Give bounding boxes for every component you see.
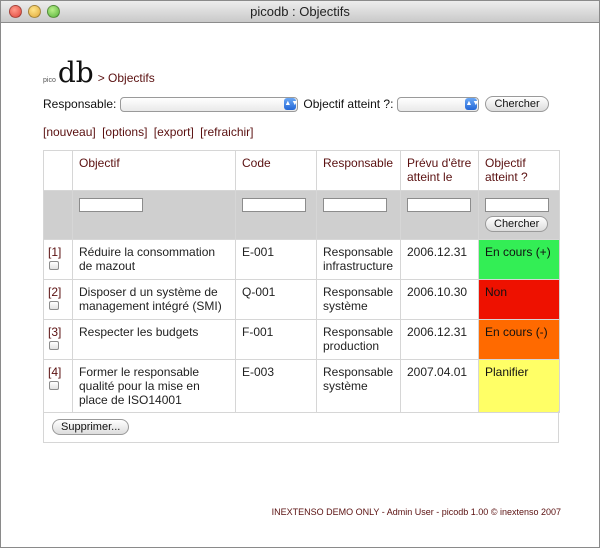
cell-objectif: Respecter les budgets xyxy=(72,319,236,360)
breadcrumb: > Objectifs xyxy=(97,71,155,85)
nouveau-link[interactable]: [nouveau] xyxy=(43,125,96,139)
row-select: [3] xyxy=(43,319,73,360)
table-row: [1] Réduire la consommation de mazout E-… xyxy=(43,239,560,280)
table-header-row: Objectif Code Responsable Prévu d'être a… xyxy=(43,150,560,191)
row-id-link[interactable]: [4] xyxy=(48,365,61,379)
cell-responsable: Responsable infrastructure xyxy=(316,239,401,280)
window-title: picodb : Objectifs xyxy=(250,4,350,19)
filter-objectif xyxy=(72,190,236,240)
row-checkbox[interactable] xyxy=(49,381,59,390)
cell-status: Planifier xyxy=(478,359,560,413)
filter-responsable xyxy=(316,190,401,240)
filter-responsable-input[interactable] xyxy=(323,198,387,212)
cell-responsable: Responsable système xyxy=(316,359,401,413)
row-id-link[interactable]: [3] xyxy=(48,325,61,339)
cell-code: F-001 xyxy=(235,319,317,360)
cell-responsable: Responsable système xyxy=(316,279,401,320)
filter-code xyxy=(235,190,317,240)
title-bar: picodb : Objectifs xyxy=(1,1,599,23)
table-row: [2] Disposer d un système de management … xyxy=(43,279,560,320)
cell-code: Q-001 xyxy=(235,279,317,320)
search-button[interactable]: Chercher xyxy=(485,96,549,112)
row-checkbox[interactable] xyxy=(49,301,59,310)
responsable-label: Responsable: xyxy=(43,97,117,111)
row-checkbox[interactable] xyxy=(49,341,59,350)
objectifs-table: Objectif Code Responsable Prévu d'être a… xyxy=(43,150,560,413)
cell-objectif: Former le responsable qualité pour la mi… xyxy=(72,359,236,413)
brand-header: pico db > Objectifs xyxy=(43,59,155,87)
footer: INEXTENSO DEMO ONLY - Admin User - picod… xyxy=(271,507,561,517)
row-id-link[interactable]: [1] xyxy=(48,245,61,259)
filter-code-input[interactable] xyxy=(242,198,306,212)
window-controls xyxy=(9,5,60,18)
refraichir-link[interactable]: [refraichir] xyxy=(200,125,253,139)
select-arrows-icon: ▲▼ xyxy=(465,98,479,110)
delete-button[interactable]: Supprimer... xyxy=(52,419,130,435)
header-date[interactable]: Prévu d'être atteint le xyxy=(400,150,479,191)
filter-bar: Responsable: ▲▼ Objectif atteint ?: ▲▼ C… xyxy=(43,96,549,112)
row-checkbox[interactable] xyxy=(49,261,59,270)
row-select: [1] xyxy=(43,239,73,280)
row-select: [4] xyxy=(43,359,73,413)
filter-date-input[interactable] xyxy=(407,198,471,212)
table-filter-row: Chercher xyxy=(43,190,560,240)
row-id-link[interactable]: [2] xyxy=(48,285,61,299)
responsable-select[interactable]: ▲▼ xyxy=(120,96,299,112)
cell-date: 2006.10.30 xyxy=(400,279,479,320)
cell-status: En cours (+) xyxy=(478,239,560,280)
header-select xyxy=(43,150,73,191)
header-code[interactable]: Code xyxy=(235,150,317,191)
cell-objectif: Disposer d un système de management inté… xyxy=(72,279,236,320)
objectif-atteint-select[interactable]: ▲▼ xyxy=(397,96,480,112)
objectif-atteint-label: Objectif atteint ?: xyxy=(303,97,394,111)
options-link[interactable]: [options] xyxy=(102,125,147,139)
header-responsable[interactable]: Responsable xyxy=(316,150,401,191)
browser-window: picodb : Objectifs pico db > Objectifs R… xyxy=(0,0,600,548)
header-status[interactable]: Objectif atteint ? xyxy=(478,150,560,191)
action-links: [nouveau] [options] [export] [refraichir… xyxy=(43,125,257,139)
table-actions: Supprimer... xyxy=(43,411,559,443)
close-window-icon[interactable] xyxy=(9,5,22,18)
brand-logo[interactable]: db xyxy=(58,59,94,87)
cell-date: 2007.04.01 xyxy=(400,359,479,413)
cell-objectif: Réduire la consommation de mazout xyxy=(72,239,236,280)
row-select: [2] xyxy=(43,279,73,320)
cell-status: En cours (-) xyxy=(478,319,560,360)
cell-responsable: Responsable production xyxy=(316,319,401,360)
export-link[interactable]: [export] xyxy=(154,125,194,139)
zoom-window-icon[interactable] xyxy=(47,5,60,18)
table-row: [4] Former le responsable qualité pour l… xyxy=(43,359,560,413)
minimize-window-icon[interactable] xyxy=(28,5,41,18)
filter-empty xyxy=(43,190,73,240)
cell-status: Non xyxy=(478,279,560,320)
filter-status-input[interactable] xyxy=(485,198,549,212)
cell-code: E-003 xyxy=(235,359,317,413)
filter-search-button[interactable]: Chercher xyxy=(485,216,549,232)
select-arrows-icon: ▲▼ xyxy=(284,98,298,110)
brand-prefix: pico xyxy=(43,77,56,84)
cell-date: 2006.12.31 xyxy=(400,319,479,360)
filter-status: Chercher xyxy=(478,190,560,240)
table-row: [3] Respecter les budgets F-001 Responsa… xyxy=(43,319,560,360)
filter-date xyxy=(400,190,479,240)
cell-date: 2006.12.31 xyxy=(400,239,479,280)
cell-code: E-001 xyxy=(235,239,317,280)
filter-objectif-input[interactable] xyxy=(79,198,143,212)
header-objectif[interactable]: Objectif xyxy=(72,150,236,191)
